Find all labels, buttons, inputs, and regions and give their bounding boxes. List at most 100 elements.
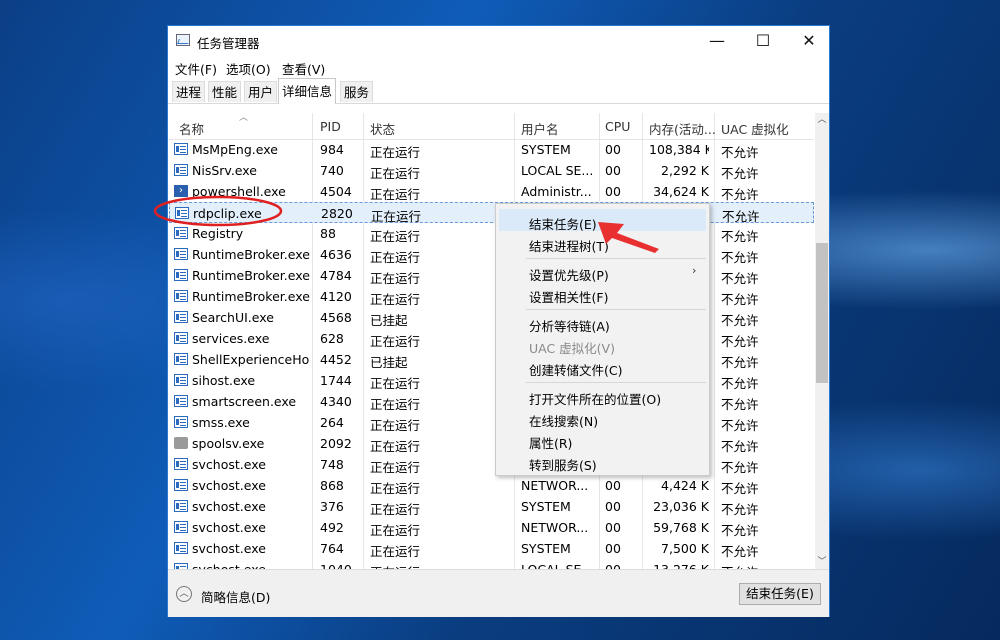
process-name-cell: NisSrv.exe [192,163,257,178]
username-cell: Administr... [521,184,592,199]
tab-performance[interactable]: 性能 [208,81,242,102]
pid-cell: 492 [320,520,344,535]
maximize-button[interactable]: ☐ [740,26,786,56]
uac-cell: 不允许 [721,229,759,244]
uac-cell: 不允许 [721,439,759,454]
username-cell: NETWOR... [521,520,589,535]
table-row[interactable]: svchost.exe 764 正在运行 SYSTEM 00 7,500 K 不允许 [169,538,814,559]
status-cell: 正在运行 [370,502,421,517]
less-details-link[interactable]: 简略信息(D) [201,587,270,606]
context-menu-item[interactable]: 设置相关性(F) [529,287,608,306]
uac-cell: 不允许 [721,355,759,370]
context-menu-item[interactable]: 结束进程树(T) [529,236,609,255]
table-row[interactable]: smartscreen.exe 4340 正在运行 不允许 [169,391,814,412]
process-name-cell: svchost.exe [192,457,266,472]
table-row[interactable]: services.exe 628 正在运行 不允许 [169,328,814,349]
uac-cell: 不允许 [721,397,759,412]
pid-cell: 4504 [320,184,352,199]
menu-view[interactable]: 查看(V) [282,59,325,78]
menu-separator [526,382,706,383]
context-menu-item[interactable]: 创建转储文件(C) [529,360,622,379]
table-row[interactable]: sihost.exe 1744 正在运行 不允许 [169,370,814,391]
close-button[interactable]: ✕ [786,26,832,56]
scroll-down-icon[interactable]: ﹀ [815,555,829,569]
table-row[interactable]: svchost.exe 1040 正在运行 LOCAL SE... 00 13,276 K… [169,559,814,569]
cpu-cell: 00 [605,142,621,157]
status-cell: 正在运行 [370,418,421,433]
process-name-cell: rdpclip.exe [193,206,262,221]
context-menu-item[interactable]: 转到服务(S) [529,455,597,474]
process-icon [174,143,188,155]
end-task-button[interactable]: 结束任务(E) [739,583,821,605]
pid-cell: 748 [320,457,344,472]
status-cell: 正在运行 [370,187,421,202]
table-row[interactable]: svchost.exe 868 正在运行 NETWOR... 00 4,424 K 不允许 [169,475,814,496]
scrollbar-thumb[interactable] [816,243,828,383]
uac-cell: 不允许 [721,481,759,496]
table-row[interactable]: rdpclip.exe 2820 正在运行 不允许 [169,202,814,224]
process-icon [174,227,188,239]
pid-cell: 4636 [320,247,352,262]
table-row[interactable]: SearchUI.exe 4568 已挂起 不允许 [169,307,814,328]
process-name-cell: services.exe [192,331,270,346]
status-cell: 正在运行 [370,460,421,475]
column-header-memory[interactable]: 内存(活动... [649,119,716,138]
table-row[interactable]: RuntimeBroker.exe 4784 正在运行 不允许 [169,265,814,286]
scroll-up-icon[interactable]: ︿ [815,113,829,127]
uac-cell: 不允许 [721,271,759,286]
pid-cell: 984 [320,142,344,157]
cpu-cell: 00 [605,520,621,535]
table-row[interactable]: NisSrv.exe 740 正在运行 LOCAL SE... 00 2,292 K 不允许 [169,160,814,181]
table-row[interactable]: svchost.exe 492 正在运行 NETWOR... 00 59,768 K 不允许 [169,517,814,538]
table-row[interactable]: spoolsv.exe 2092 正在运行 不允许 [169,433,814,454]
column-header-username[interactable]: 用户名 [521,119,559,138]
context-menu-item[interactable]: 打开文件所在的位置(O) [529,389,661,408]
uac-cell: 不允许 [721,166,759,181]
cpu-cell: 00 [605,478,621,493]
context-menu-item[interactable]: 在线搜索(N) [529,411,598,430]
column-header-cpu[interactable]: CPU [605,119,630,134]
collapse-chevron-icon[interactable]: ︿ [176,586,192,602]
uac-cell: 不允许 [721,523,759,538]
context-menu-item[interactable]: 结束任务(E) [529,214,597,233]
table-row[interactable]: svchost.exe 748 正在运行 不允许 [169,454,814,475]
column-header-pid[interactable]: PID [320,119,341,134]
tab-details[interactable]: 详细信息 [278,78,337,104]
column-header-name[interactable]: 名称 [179,119,204,138]
context-menu-item[interactable]: 设置优先级(P) [529,265,609,284]
vertical-scrollbar[interactable]: ︿ ﹀ [815,113,829,569]
context-menu-item[interactable]: 属性(R) [529,433,572,452]
status-cell: 正在运行 [370,145,421,160]
uac-cell: 不允许 [721,313,759,328]
process-name-cell: spoolsv.exe [192,436,265,451]
process-icon [174,479,188,491]
table-row[interactable]: RuntimeBroker.exe 4636 正在运行 不允许 [169,244,814,265]
process-name-cell: smss.exe [192,415,250,430]
process-icon [174,248,188,260]
tab-users[interactable]: 用户 [244,81,278,102]
table-row[interactable]: RuntimeBroker.exe 4120 正在运行 不允许 [169,286,814,307]
context-menu-item[interactable]: 分析等待链(A) [529,316,610,335]
status-cell: 正在运行 [370,523,421,538]
table-row[interactable]: smss.exe 264 正在运行 不允许 [169,412,814,433]
process-name-cell: powershell.exe [192,184,286,199]
column-header-uac[interactable]: UAC 虚拟化 [721,119,789,138]
column-header-status[interactable]: 状态 [370,119,395,138]
cpu-cell: 00 [605,562,635,569]
minimize-button[interactable]: — [694,26,740,56]
cpu-cell: 00 [605,541,621,556]
menu-file[interactable]: 文件(F) [175,59,217,78]
pid-cell: 4452 [320,352,352,367]
status-cell: 正在运行 [370,481,421,496]
table-row[interactable]: svchost.exe 376 正在运行 SYSTEM 00 23,036 K 不允许 [169,496,814,517]
table-row[interactable]: ShellExperienceHo... 4452 已挂起 不允许 [169,349,814,370]
table-row[interactable]: › powershell.exe 4504 正在运行 Administr... 00 34,… [169,181,814,202]
process-icon [174,374,188,386]
pid-cell: 264 [320,415,344,430]
table-row[interactable]: MsMpEng.exe 984 正在运行 SYSTEM 00 108,384 K 不允许 [169,139,814,160]
cpu-cell: 00 [605,184,621,199]
tab-processes[interactable]: 进程 [172,81,206,102]
menu-options[interactable]: 选项(O) [226,59,271,78]
tab-services[interactable]: 服务 [340,81,374,102]
table-row[interactable]: Registry 88 正在运行 不允许 [169,223,814,244]
